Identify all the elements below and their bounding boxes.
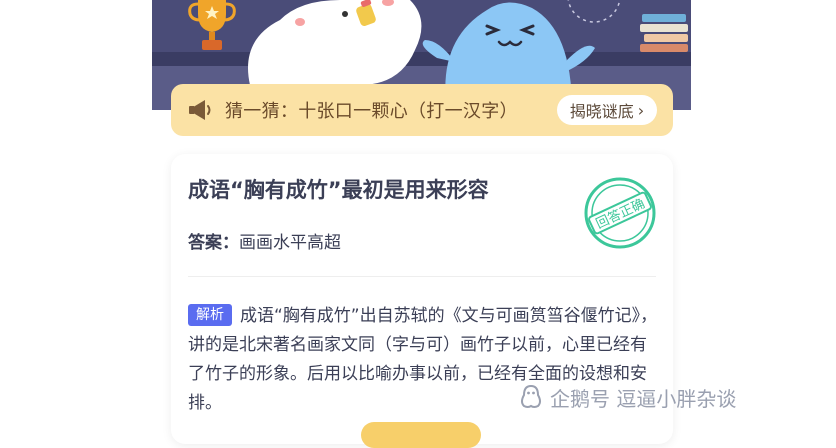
books-icon bbox=[640, 14, 688, 52]
watermark: 企鹅号 逗逼小胖杂谈 bbox=[518, 382, 736, 412]
reveal-answer-label: 揭晓谜底 bbox=[569, 102, 634, 121]
left-margin bbox=[0, 0, 152, 423]
megaphone-icon bbox=[189, 100, 211, 120]
answer-label: 答案： bbox=[188, 233, 239, 253]
question-title: 成语“胸有成竹”最初是用来形容 bbox=[188, 178, 489, 202]
continue-button[interactable] bbox=[361, 422, 481, 448]
explanation-tag: 解析 bbox=[188, 304, 232, 326]
clock-decoration-icon bbox=[567, 0, 621, 23]
chevron-right-icon: › bbox=[637, 100, 645, 120]
answer-value: 画画水平高超 bbox=[239, 233, 341, 253]
reveal-answer-button[interactable]: 揭晓谜底 › bbox=[557, 95, 657, 125]
correct-answer-stamp-icon: 回答正确 bbox=[584, 177, 656, 249]
answer-line: 答案：画画水平高超 bbox=[188, 228, 341, 253]
penguin-logo-icon bbox=[521, 384, 541, 408]
riddle-text: 猜一猜：十张口一颗心（打一汉字） bbox=[225, 101, 518, 122]
riddle-bar: 猜一猜：十张口一颗心（打一汉字） 揭晓谜底 › bbox=[171, 84, 673, 136]
right-margin bbox=[691, 0, 836, 423]
divider bbox=[188, 276, 656, 277]
stamp-text: 回答正确 bbox=[593, 196, 647, 232]
trophy-icon bbox=[188, 0, 236, 50]
watermark-text: 企鹅号 逗逼小胖杂谈 bbox=[550, 386, 737, 411]
